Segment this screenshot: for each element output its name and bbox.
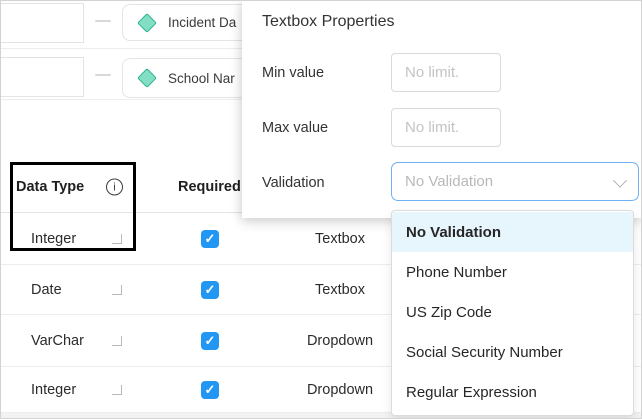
option-social-security-number[interactable]: Social Security Number <box>392 332 633 372</box>
display-type-value: Textbox <box>280 231 400 247</box>
tree-input-1[interactable] <box>0 3 84 43</box>
required-checkbox[interactable]: ✓ <box>201 332 219 350</box>
validation-dropdown-menu: No Validation Phone Number US Zip Code S… <box>391 210 634 416</box>
data-type-value[interactable]: Date <box>31 282 62 298</box>
panel-title: Textbox Properties <box>262 13 395 31</box>
column-header-required: Required <box>178 179 241 195</box>
display-type-value: Dropdown <box>280 382 400 398</box>
required-checkbox[interactable]: ✓ <box>201 281 219 299</box>
tree-input-2[interactable] <box>0 57 84 97</box>
min-value-label: Min value <box>262 53 324 92</box>
min-value-input[interactable] <box>391 53 501 92</box>
annotation-highlight-box <box>10 162 136 251</box>
display-type-value: Dropdown <box>280 333 400 349</box>
chevron-down-icon[interactable] <box>112 385 122 395</box>
required-checkbox[interactable]: ✓ <box>201 381 219 399</box>
max-value-input[interactable] <box>391 108 501 147</box>
option-us-zip-code[interactable]: US Zip Code <box>392 292 633 332</box>
option-no-validation[interactable]: No Validation <box>392 212 633 252</box>
textbox-properties-panel: Textbox Properties Min value Max value V… <box>242 0 642 218</box>
data-type-value[interactable]: VarChar <box>31 333 84 349</box>
validation-select[interactable]: No Validation <box>391 162 639 201</box>
display-type-value: Textbox <box>280 282 400 298</box>
option-regular-expression[interactable]: Regular Expression <box>392 372 633 412</box>
field-chip-label: Incident Da <box>168 15 236 30</box>
required-checkbox[interactable]: ✓ <box>201 230 219 248</box>
screen: Incident Da School Nar Data Type i Requi… <box>0 0 642 419</box>
diamond-icon <box>137 68 157 88</box>
validation-select-value: No Validation <box>405 173 615 190</box>
validation-label: Validation <box>262 163 325 202</box>
field-chip-label: School Nar <box>168 71 235 86</box>
chevron-down-icon[interactable] <box>112 285 122 295</box>
diamond-icon <box>137 13 157 33</box>
max-value-label: Max value <box>262 108 328 147</box>
chevron-down-icon[interactable] <box>112 336 122 346</box>
tree-connector-2 <box>95 74 111 76</box>
data-type-value[interactable]: Integer <box>31 382 76 398</box>
chevron-down-icon <box>613 173 627 187</box>
option-phone-number[interactable]: Phone Number <box>392 252 633 292</box>
tree-connector-1 <box>95 20 111 22</box>
